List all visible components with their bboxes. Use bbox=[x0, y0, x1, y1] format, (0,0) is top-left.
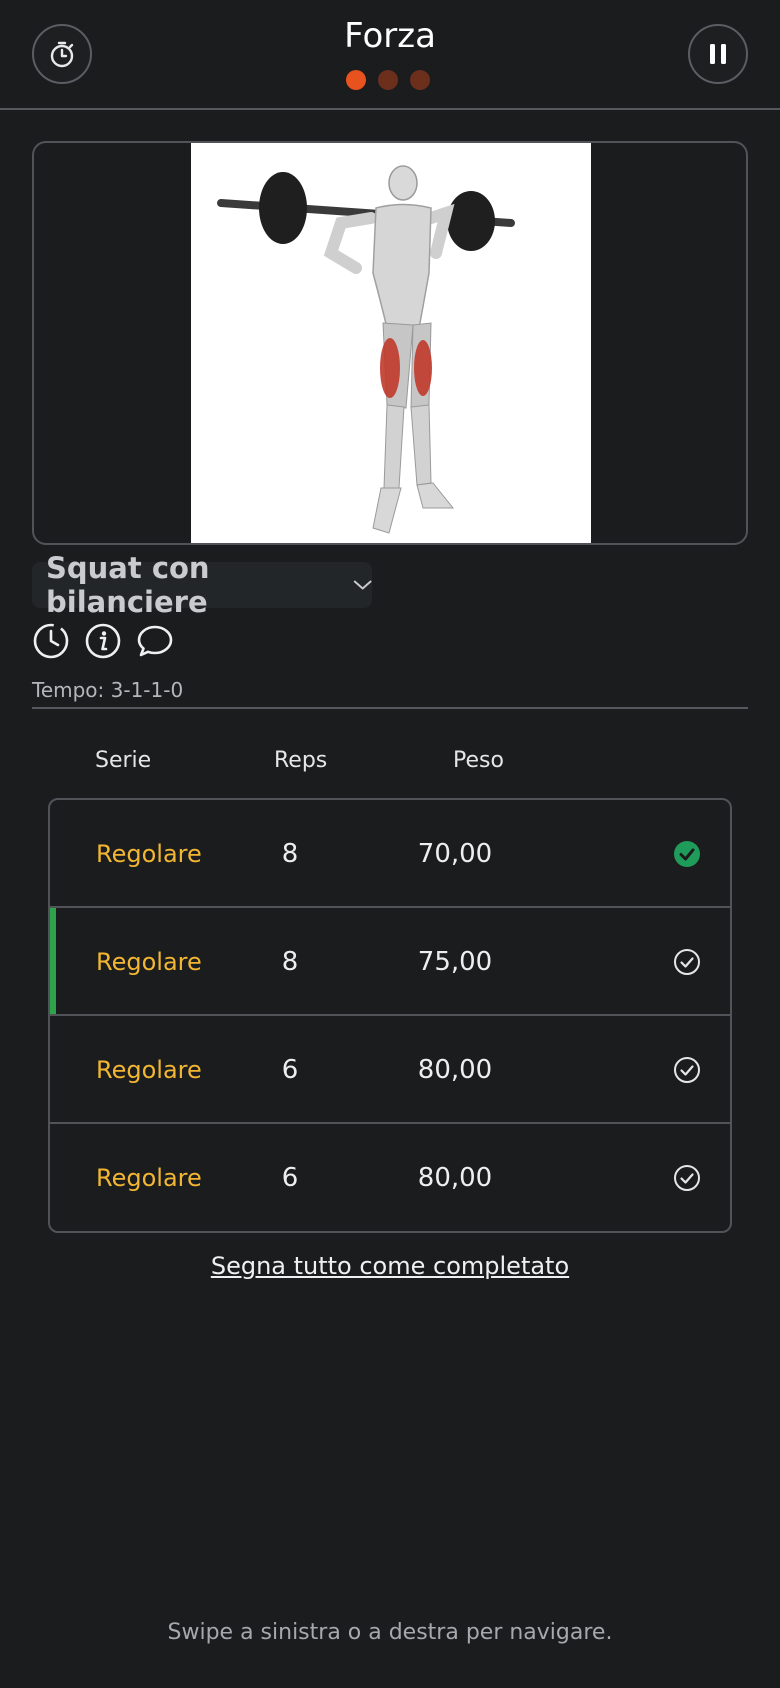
workout-screen: Forza Squat con bilanciere Tempo: 3-1-1-… bbox=[0, 0, 780, 1688]
header-weight: Peso bbox=[453, 748, 504, 773]
check-circle-filled-icon bbox=[674, 841, 700, 867]
set-weight[interactable]: 80,00 bbox=[380, 1016, 530, 1124]
set-type[interactable]: Regolare bbox=[96, 800, 202, 908]
chevron-down-icon bbox=[353, 580, 372, 590]
set-weight[interactable]: 80,00 bbox=[380, 1124, 530, 1231]
check-circle-outline-icon bbox=[674, 949, 700, 975]
page-dot-3[interactable] bbox=[410, 70, 430, 90]
pause-icon bbox=[710, 44, 726, 64]
exercise-actions bbox=[32, 622, 174, 660]
page-indicator[interactable] bbox=[346, 70, 430, 90]
sets-table-header: Serie Reps Peso bbox=[0, 748, 780, 778]
history-icon bbox=[33, 623, 69, 659]
check-circle-outline-icon bbox=[674, 1165, 700, 1191]
mark-all-complete-link[interactable]: Segna tutto come completato bbox=[0, 1252, 780, 1280]
set-reps[interactable]: 8 bbox=[260, 908, 320, 1016]
page-title: Forza bbox=[344, 16, 436, 56]
header-series: Serie bbox=[95, 748, 152, 773]
divider bbox=[32, 707, 748, 709]
set-row-4[interactable]: Regolare 6 80,00 bbox=[50, 1124, 730, 1231]
pause-button[interactable] bbox=[688, 24, 748, 84]
exercise-selector[interactable]: Squat con bilanciere bbox=[32, 551, 372, 619]
page-dot-1[interactable] bbox=[346, 70, 366, 90]
set-reps[interactable]: 6 bbox=[260, 1124, 320, 1231]
set-row-2[interactable]: Regolare 8 75,00 bbox=[50, 908, 730, 1016]
set-reps[interactable]: 8 bbox=[260, 800, 320, 908]
set-complete-toggle[interactable] bbox=[672, 1016, 702, 1124]
set-weight[interactable]: 70,00 bbox=[380, 800, 530, 908]
set-weight[interactable]: 75,00 bbox=[380, 908, 530, 1016]
set-type[interactable]: Regolare bbox=[96, 908, 202, 1016]
tempo-text: Tempo: 3-1-1-0 bbox=[32, 678, 184, 702]
active-set-indicator bbox=[50, 908, 56, 1014]
exercise-media-card[interactable] bbox=[32, 141, 748, 545]
check-circle-outline-icon bbox=[674, 1057, 700, 1083]
set-reps[interactable]: 6 bbox=[260, 1016, 320, 1124]
info-icon bbox=[85, 623, 121, 659]
comment-icon bbox=[137, 625, 173, 657]
set-complete-toggle[interactable] bbox=[672, 800, 702, 908]
history-button[interactable] bbox=[32, 622, 70, 660]
exercise-illustration bbox=[191, 143, 591, 543]
exercise-name: Squat con bilanciere bbox=[46, 551, 210, 619]
sets-table: Regolare 8 70,00 Regolare 8 75,00 Regola… bbox=[48, 798, 732, 1233]
set-type[interactable]: Regolare bbox=[96, 1124, 202, 1231]
set-row-1[interactable]: Regolare 8 70,00 bbox=[50, 800, 730, 908]
page-dot-2[interactable] bbox=[378, 70, 398, 90]
set-complete-toggle[interactable] bbox=[672, 1124, 702, 1231]
set-row-3[interactable]: Regolare 6 80,00 bbox=[50, 1016, 730, 1124]
swipe-hint: Swipe a sinistra o a destra per navigare… bbox=[167, 1620, 613, 1645]
top-bar: Forza bbox=[0, 0, 780, 110]
set-complete-toggle[interactable] bbox=[672, 908, 702, 1016]
set-type[interactable]: Regolare bbox=[96, 1016, 202, 1124]
header-reps: Reps bbox=[274, 748, 328, 773]
comment-button[interactable] bbox=[136, 622, 174, 660]
info-button[interactable] bbox=[84, 622, 122, 660]
